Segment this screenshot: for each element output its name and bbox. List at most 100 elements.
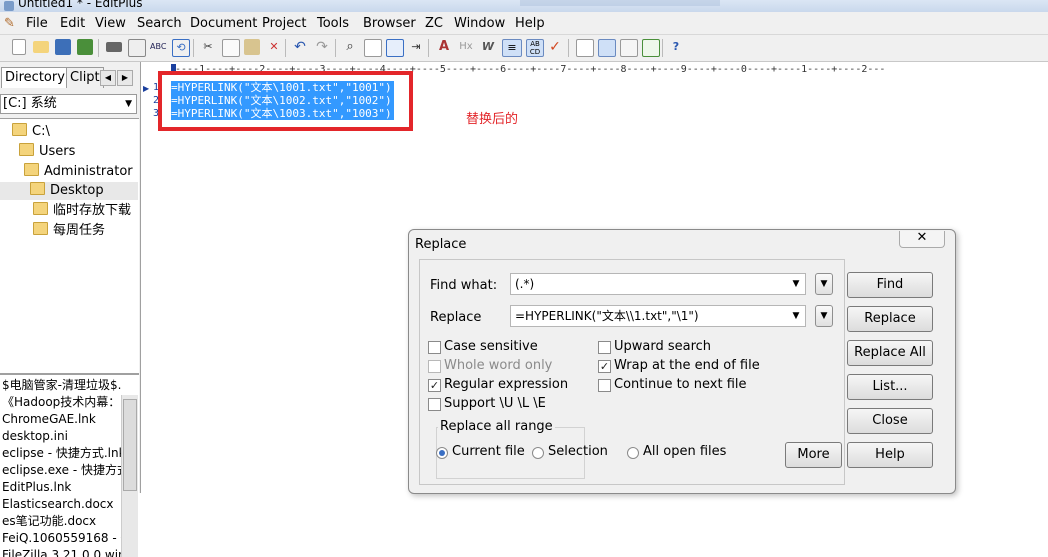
- drive-select[interactable]: [C:] 系统 ▼: [0, 94, 137, 114]
- wrap-around-checkbox[interactable]: ✓: [598, 360, 611, 373]
- print-icon[interactable]: [106, 42, 122, 52]
- line-number-icon[interactable]: ≡: [502, 39, 522, 57]
- tab-cliptext[interactable]: Clipt: [66, 67, 104, 88]
- more-button[interactable]: More: [785, 442, 842, 468]
- menu-zc[interactable]: ZC: [425, 16, 443, 31]
- help-button[interactable]: Help: [847, 442, 933, 468]
- list-item[interactable]: eclipse.exe - 快捷方式: [2, 462, 129, 479]
- find-in-files-icon[interactable]: [386, 39, 404, 57]
- menu-view[interactable]: View: [95, 16, 126, 31]
- close-icon[interactable]: ✕: [899, 231, 945, 248]
- list-item[interactable]: EditPlus.lnk: [2, 479, 71, 496]
- menu-window[interactable]: Window: [454, 16, 505, 31]
- list-item[interactable]: FileZilla 3.21.0.0 win: [2, 547, 126, 557]
- list-item[interactable]: desktop.ini: [2, 428, 68, 445]
- toolbar: ABC ⟲ ✂ ✕ ↶ ↷ ⌕ ⇥ A Hx W ≡ AB CD ✓ ?: [0, 35, 1048, 62]
- replace-with-field[interactable]: =HYPERLINK("文本\\1.txt","\1") ▼: [510, 305, 806, 327]
- list-button[interactable]: List...: [847, 374, 933, 400]
- list-item[interactable]: Elasticsearch.docx: [2, 496, 114, 513]
- range-current-file-label: Current file: [452, 444, 525, 459]
- replace-with-value: =HYPERLINK("文本\\1.txt","\1"): [515, 309, 699, 323]
- find-button[interactable]: Find: [847, 272, 933, 298]
- open-folder-icon[interactable]: [33, 41, 49, 53]
- chevron-down-icon[interactable]: ▼: [789, 306, 803, 326]
- list-item[interactable]: es笔记功能.docx: [2, 513, 96, 530]
- list-item[interactable]: 《Hadoop技术内幕：: [2, 394, 120, 411]
- word-wrap-icon[interactable]: W: [480, 39, 496, 55]
- check-mark-icon[interactable]: ✓: [547, 39, 563, 55]
- left-panel: Directory Clipt ◀ ▶ [C:] 系统 ▼ C:\ Users …: [0, 62, 141, 557]
- menu-edit[interactable]: Edit: [60, 16, 85, 31]
- find-icon[interactable]: ⌕: [342, 39, 358, 55]
- continue-next-file-checkbox[interactable]: [598, 379, 611, 392]
- tab-directory[interactable]: Directory: [1, 67, 67, 88]
- range-all-open-files-radio[interactable]: [627, 447, 639, 459]
- tree-node[interactable]: Administrator: [24, 163, 133, 181]
- directory-window-icon[interactable]: [576, 39, 594, 57]
- range-selection-radio[interactable]: [532, 447, 544, 459]
- cut-icon[interactable]: ✂: [200, 39, 216, 55]
- font-icon[interactable]: A: [436, 39, 452, 55]
- case-sensitive-checkbox[interactable]: [428, 341, 441, 354]
- tree-node-selected[interactable]: Desktop: [0, 182, 138, 200]
- toolbar-separator: [285, 39, 286, 57]
- menu-file[interactable]: File: [26, 16, 48, 31]
- spell-check-icon[interactable]: ABC: [150, 39, 166, 55]
- tree-node[interactable]: C:\: [12, 123, 50, 141]
- folder-icon: [12, 123, 27, 136]
- print-preview-icon[interactable]: [128, 39, 146, 57]
- fullscreen-icon[interactable]: [642, 39, 660, 57]
- list-item[interactable]: eclipse - 快捷方式.lnk: [2, 445, 126, 462]
- menu-project[interactable]: Project: [262, 16, 306, 31]
- browser-preview-icon[interactable]: ⟲: [172, 39, 190, 57]
- tab-scroll-right-icon[interactable]: ▶: [117, 70, 133, 86]
- find-regex-menu-button[interactable]: ▼: [815, 273, 833, 295]
- menu-browser[interactable]: Browser: [363, 16, 416, 31]
- folder-icon: [19, 143, 34, 156]
- goto-icon[interactable]: ⇥: [408, 39, 424, 55]
- tree-node[interactable]: 临时存放下载: [33, 202, 131, 220]
- output-window-icon[interactable]: [620, 39, 638, 57]
- tab-scroll-left-icon[interactable]: ◀: [100, 70, 116, 86]
- range-current-file-radio[interactable]: [436, 447, 448, 459]
- redo-icon[interactable]: ↷: [314, 39, 330, 55]
- save-all-icon[interactable]: [77, 39, 93, 55]
- whole-word-checkbox[interactable]: [428, 360, 441, 373]
- support-case-escapes-checkbox[interactable]: [428, 398, 441, 411]
- find-what-field[interactable]: (.*) ▼: [510, 273, 806, 295]
- list-item[interactable]: $电脑管家-清理垃圾$.: [2, 377, 121, 394]
- file-list-scrollbar-thumb[interactable]: [123, 399, 137, 491]
- replace-all-button[interactable]: Replace All: [847, 340, 933, 366]
- replace-icon[interactable]: [364, 39, 382, 57]
- undo-icon[interactable]: ↶: [292, 39, 308, 55]
- toolbar-separator: [98, 39, 99, 57]
- menu-tools[interactable]: Tools: [317, 16, 349, 31]
- chevron-down-icon[interactable]: ▼: [789, 274, 803, 294]
- find-what-label: Find what:: [430, 278, 498, 293]
- help-icon[interactable]: ?: [668, 39, 684, 55]
- hex-icon[interactable]: Hx: [458, 39, 474, 55]
- tree-node[interactable]: Users: [19, 143, 75, 161]
- wrap-around-label: Wrap at the end of file: [614, 358, 760, 373]
- copy-icon[interactable]: [222, 39, 240, 57]
- paste-icon[interactable]: [244, 39, 260, 55]
- upward-search-checkbox[interactable]: [598, 341, 611, 354]
- close-button[interactable]: Close: [847, 408, 933, 434]
- save-icon[interactable]: [55, 39, 71, 55]
- delete-icon[interactable]: ✕: [266, 39, 282, 55]
- new-file-icon[interactable]: [12, 39, 26, 55]
- ruler-icon[interactable]: AB CD: [526, 39, 544, 57]
- list-item[interactable]: FeiQ.1060559168 - 快: [2, 530, 133, 547]
- replace-regex-menu-button[interactable]: ▼: [815, 305, 833, 327]
- list-item[interactable]: ChromeGAE.lnk: [2, 411, 96, 428]
- toolbar-separator: [662, 39, 663, 57]
- tree-node[interactable]: 每周任务: [33, 222, 105, 240]
- cliptext-window-icon[interactable]: [598, 39, 616, 57]
- menu-document[interactable]: Document: [190, 16, 257, 31]
- replace-button[interactable]: Replace: [847, 306, 933, 332]
- menu-help[interactable]: Help: [515, 16, 545, 31]
- dialog-title: Replace: [415, 237, 467, 252]
- window-title: Untitled1 * - EditPlus: [18, 0, 143, 10]
- menu-search[interactable]: Search: [137, 16, 182, 31]
- regex-checkbox[interactable]: ✓: [428, 379, 441, 392]
